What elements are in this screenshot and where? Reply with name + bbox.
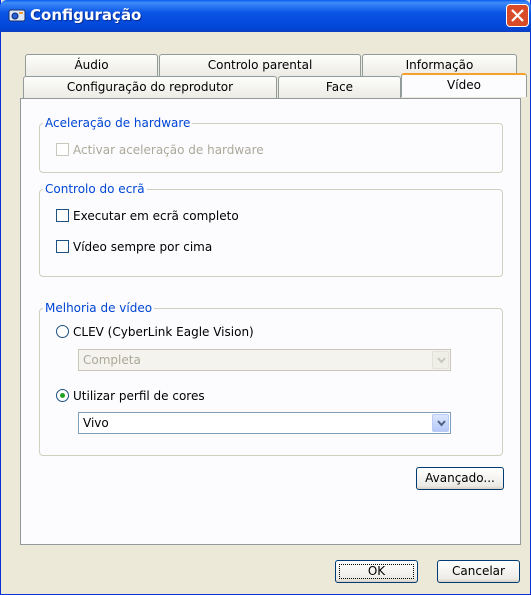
settings-dialog: Configuração Áudio Controlo parental Inf… xyxy=(0,0,531,595)
chevron-down-icon xyxy=(437,420,446,427)
radio-selected-dot xyxy=(60,393,65,398)
clev-mode-dropdown[interactable]: Completa xyxy=(78,349,451,371)
video-always-on-top-checkbox[interactable]: Vídeo sempre por cima xyxy=(56,238,356,256)
screen-control-group: Controlo do ecrã Executar em ecrã comple… xyxy=(39,181,503,277)
checkbox-label: Activar aceleração de hardware xyxy=(73,143,264,157)
enable-hardware-acceleration-checkbox[interactable]: Activar aceleração de hardware xyxy=(56,141,356,159)
checkbox-box[interactable] xyxy=(56,209,69,222)
focus-rectangle xyxy=(339,564,414,579)
video-enhancement-group: Melhoria de vídeo CLEV (CyberLink Eagle … xyxy=(39,300,503,456)
dropdown-value: Completa xyxy=(83,353,141,367)
group-legend-enhancement: Melhoria de vídeo xyxy=(43,300,155,316)
group-legend-screen: Controlo do ecrã xyxy=(43,181,147,197)
close-button[interactable] xyxy=(506,4,529,27)
radio-button[interactable] xyxy=(56,325,69,338)
fullscreen-checkbox[interactable]: Executar em ecrã completo xyxy=(56,207,356,225)
title-bar[interactable]: Configuração xyxy=(0,0,531,32)
tab-audio[interactable]: Áudio xyxy=(25,54,158,76)
color-profile-radio[interactable]: Utilizar perfil de cores xyxy=(56,387,356,405)
color-profile-dropdown[interactable]: Vivo xyxy=(78,412,451,434)
checkbox-label: Executar em ecrã completo xyxy=(73,209,239,223)
radio-button[interactable] xyxy=(56,389,69,402)
ok-button[interactable]: OK xyxy=(335,560,418,583)
checkbox-box[interactable] xyxy=(56,240,69,253)
cancel-button[interactable]: Cancelar xyxy=(437,560,520,583)
checkbox-label: Vídeo sempre por cima xyxy=(73,240,213,254)
tab-parental-control[interactable]: Controlo parental xyxy=(159,54,361,76)
dropdown-arrow[interactable] xyxy=(432,351,449,369)
advanced-button[interactable]: Avançado... xyxy=(416,467,504,490)
chevron-down-icon xyxy=(437,357,446,364)
group-legend-hardware: Aceleração de hardware xyxy=(43,115,193,131)
radio-label: Utilizar perfil de cores xyxy=(73,389,205,403)
tab-video[interactable]: Vídeo xyxy=(401,73,527,97)
checkbox-box[interactable] xyxy=(56,143,69,156)
video-tab-panel: Aceleração de hardware Activar aceleraçã… xyxy=(20,98,521,545)
window-title: Configuração xyxy=(30,6,142,24)
hardware-acceleration-group: Aceleração de hardware Activar aceleraçã… xyxy=(39,115,503,173)
clev-radio[interactable]: CLEV (CyberLink Eagle Vision) xyxy=(56,323,356,341)
dropdown-arrow[interactable] xyxy=(432,414,449,432)
tab-skin[interactable]: Face xyxy=(278,76,401,98)
app-icon xyxy=(8,7,26,23)
tab-player-settings[interactable]: Configuração do reprodutor xyxy=(23,76,277,98)
close-icon xyxy=(511,9,524,22)
dropdown-value: Vivo xyxy=(83,416,109,430)
radio-label: CLEV (CyberLink Eagle Vision) xyxy=(73,325,254,339)
